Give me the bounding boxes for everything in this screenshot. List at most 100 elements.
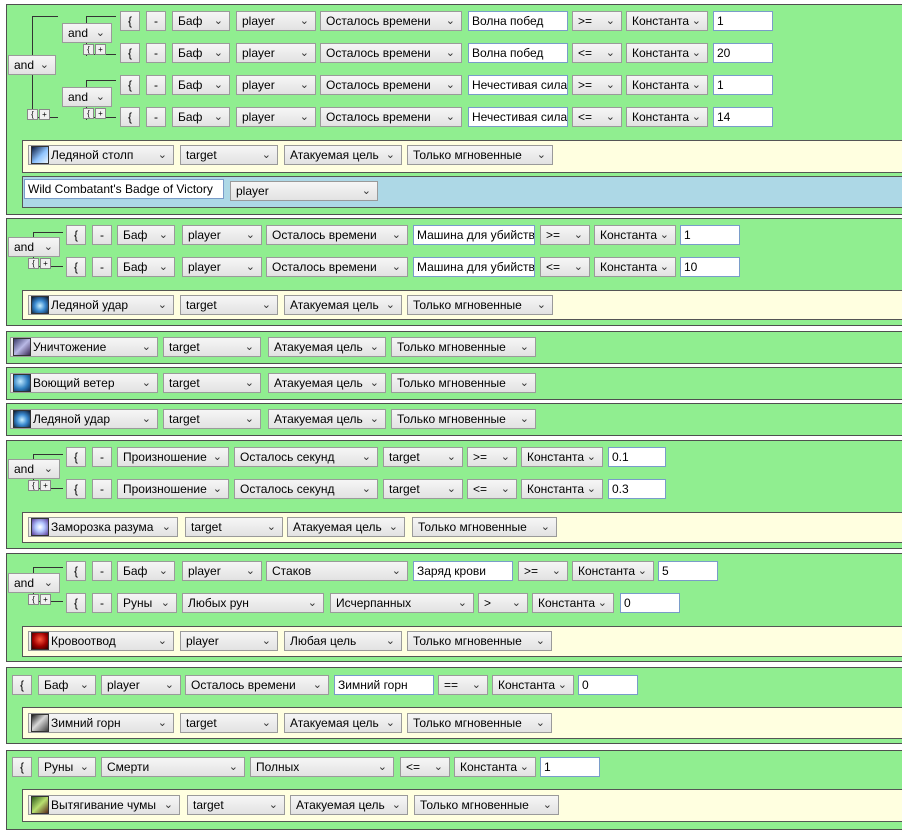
cast-mode-dropdown[interactable]: Только мгновенные (407, 713, 552, 733)
remove-condition-button[interactable]: - (92, 561, 112, 581)
unit-dropdown[interactable]: player (182, 257, 262, 277)
condition-type-dropdown[interactable]: Баф (172, 107, 230, 127)
add-bracket-button[interactable]: { (28, 480, 39, 491)
condition-type-dropdown[interactable]: Баф (38, 675, 96, 695)
property-dropdown[interactable]: Осталось времени (266, 257, 408, 277)
spell-dropdown[interactable]: Воющий ветер (10, 373, 158, 393)
cast-mode-dropdown[interactable]: Только мгновенные (407, 145, 553, 165)
target-type-dropdown[interactable]: Атакуемая цель (287, 517, 405, 537)
comparison-dropdown[interactable]: >= (540, 225, 590, 245)
target-type-dropdown[interactable]: Атакуемая цель (284, 295, 402, 315)
spell-dropdown[interactable]: Заморозка разума (28, 517, 178, 537)
spell-dropdown[interactable]: Зимний горн (28, 713, 174, 733)
value-type-dropdown[interactable]: Константа (572, 561, 654, 581)
target-dropdown[interactable]: target (163, 373, 261, 393)
open-brace-button[interactable]: { (66, 479, 86, 499)
comparison-dropdown[interactable]: >= (467, 447, 517, 467)
comparison-dropdown[interactable]: <= (540, 257, 590, 277)
comparison-dropdown[interactable]: <= (572, 43, 622, 63)
cast-mode-dropdown[interactable]: Только мгновенные (391, 337, 536, 357)
spell-dropdown[interactable]: Ледяной удар (28, 295, 174, 315)
condition-type-dropdown[interactable]: Баф (172, 75, 230, 95)
target-dropdown[interactable]: player (180, 631, 278, 651)
remove-condition-button[interactable]: - (146, 107, 166, 127)
spell-dropdown[interactable]: Ледяной удар (10, 409, 158, 429)
target-dropdown[interactable]: target (180, 295, 278, 315)
property-dropdown[interactable]: Стаков (266, 561, 408, 581)
open-brace-button[interactable]: { (120, 107, 140, 127)
buff-name-input[interactable]: Заряд крови (413, 561, 513, 581)
unit-dropdown[interactable]: player (236, 75, 316, 95)
target-type-dropdown[interactable]: Любая цель (284, 631, 402, 651)
value-type-dropdown[interactable]: Константа (521, 479, 603, 499)
rune-state-dropdown[interactable]: Полных (250, 757, 394, 777)
spell-dropdown[interactable]: Ледяной столп (28, 145, 174, 165)
unit-dropdown[interactable]: player (182, 225, 262, 245)
target-type-dropdown[interactable]: Атакуемая цель (268, 373, 386, 393)
cast-mode-dropdown[interactable]: Только мгновенные (391, 373, 536, 393)
buff-name-input[interactable]: Волна побед (468, 43, 568, 63)
comparison-dropdown[interactable]: > (478, 593, 528, 613)
property-dropdown[interactable]: Осталось секунд (234, 479, 378, 499)
value-type-dropdown[interactable]: Константа (626, 43, 708, 63)
unit-dropdown[interactable]: player (182, 561, 262, 581)
add-condition-button[interactable]: + (40, 480, 51, 491)
remove-condition-button[interactable]: - (146, 75, 166, 95)
spell-dropdown[interactable]: Кровоотвод (28, 631, 174, 651)
value-input[interactable]: 14 (713, 107, 773, 127)
open-brace-button[interactable]: { (66, 561, 86, 581)
value-input[interactable]: 0 (578, 675, 638, 695)
buff-name-input[interactable]: Зимний горн (334, 675, 434, 695)
open-brace-button[interactable]: { (120, 11, 140, 31)
unit-dropdown[interactable]: target (383, 447, 463, 467)
value-type-dropdown[interactable]: Константа (626, 11, 708, 31)
value-input[interactable]: 20 (713, 43, 773, 63)
buff-name-input[interactable]: Нечестивая сила (468, 75, 568, 95)
condition-type-dropdown[interactable]: Произношение (117, 479, 229, 499)
item-name-input[interactable]: Wild Combatant's Badge of Victory (24, 179, 224, 199)
add-bracket-button[interactable]: { (83, 44, 94, 55)
value-type-dropdown[interactable]: Константа (532, 593, 614, 613)
add-bracket-button[interactable]: { (28, 594, 39, 605)
property-dropdown[interactable]: Осталось времени (185, 675, 329, 695)
and-operator-dropdown[interactable]: and (8, 55, 56, 75)
cast-mode-dropdown[interactable]: Только мгновенные (414, 795, 559, 815)
target-dropdown[interactable]: target (187, 795, 285, 815)
property-dropdown[interactable]: Осталось секунд (234, 447, 378, 467)
unit-dropdown[interactable]: player (236, 107, 316, 127)
comparison-dropdown[interactable]: <= (467, 479, 517, 499)
open-brace-button[interactable]: { (66, 225, 86, 245)
cast-mode-dropdown[interactable]: Только мгновенные (407, 631, 552, 651)
remove-condition-button[interactable]: - (146, 43, 166, 63)
target-dropdown[interactable]: target (163, 409, 261, 429)
buff-name-input[interactable]: Нечестивая сила (468, 107, 568, 127)
unit-dropdown[interactable]: player (230, 181, 378, 201)
condition-type-dropdown[interactable]: Руны (38, 757, 96, 777)
open-brace-button[interactable]: { (12, 757, 32, 777)
cast-mode-dropdown[interactable]: Только мгновенные (412, 517, 557, 537)
buff-name-input[interactable]: Машина для убийств (413, 225, 535, 245)
target-type-dropdown[interactable]: Атакуемая цель (268, 337, 386, 357)
open-brace-button[interactable]: { (12, 675, 32, 695)
value-input[interactable]: 0 (620, 593, 680, 613)
comparison-dropdown[interactable]: == (438, 675, 488, 695)
remove-condition-button[interactable]: - (92, 447, 112, 467)
add-condition-button[interactable]: + (95, 108, 106, 119)
rune-type-dropdown[interactable]: Смерти (101, 757, 245, 777)
target-dropdown[interactable]: target (180, 145, 278, 165)
comparison-dropdown[interactable]: >= (572, 75, 622, 95)
target-type-dropdown[interactable]: Атакуемая цель (290, 795, 408, 815)
spell-dropdown[interactable]: Вытягивание чумы (28, 795, 180, 815)
open-brace-button[interactable]: { (66, 593, 86, 613)
add-condition-button[interactable]: + (39, 109, 50, 120)
unit-dropdown[interactable]: player (236, 11, 316, 31)
unit-dropdown[interactable]: player (236, 43, 316, 63)
value-input[interactable]: 0.1 (608, 447, 666, 467)
value-input[interactable]: 1 (713, 75, 773, 95)
open-brace-button[interactable]: { (66, 447, 86, 467)
value-type-dropdown[interactable]: Константа (626, 75, 708, 95)
condition-type-dropdown[interactable]: Баф (172, 43, 230, 63)
condition-type-dropdown[interactable]: Баф (117, 225, 175, 245)
comparison-dropdown[interactable]: >= (572, 11, 622, 31)
value-type-dropdown[interactable]: Константа (521, 447, 603, 467)
